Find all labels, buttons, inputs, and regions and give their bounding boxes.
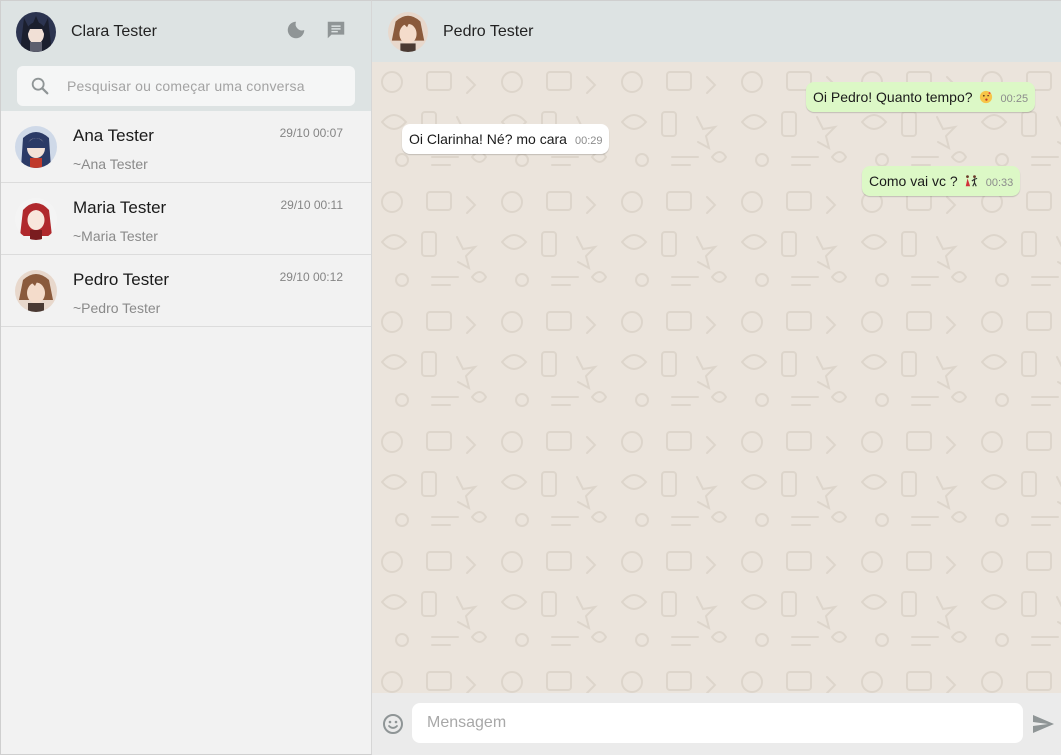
message-time: 00:29 xyxy=(574,135,603,147)
chat-time: 29/10 00:12 xyxy=(279,270,343,284)
chat-subtitle: ~Ana Tester xyxy=(73,156,148,172)
message-bubble-outgoing[interactable]: Como vai vc ? 00:33 xyxy=(862,166,1021,196)
dancers-emoji xyxy=(965,175,978,187)
conversation-header[interactable]: Pedro Tester xyxy=(372,0,1061,62)
search-bar xyxy=(1,63,371,111)
chat-wallpaper xyxy=(372,62,1061,693)
chat-subtitle: ~Maria Tester xyxy=(73,228,158,244)
message-text: Como vai vc ? xyxy=(869,173,958,189)
ana-avatar xyxy=(15,126,57,168)
chat-sidebar: Clara Tester Pesquisar ou começar uma co… xyxy=(0,0,372,755)
chat-time: 29/10 00:07 xyxy=(279,126,343,140)
new-chat-icon[interactable] xyxy=(325,19,347,41)
message-composer xyxy=(372,693,1061,755)
my-avatar[interactable] xyxy=(16,12,56,52)
message-bubble-incoming[interactable]: Oi Clarinha! Né? mo cara 00:29 xyxy=(402,124,610,154)
search-box[interactable] xyxy=(17,66,355,106)
chat-time: 29/10 00:11 xyxy=(280,198,343,212)
search-input[interactable] xyxy=(67,78,337,94)
maria-avatar xyxy=(15,198,57,240)
pedro-avatar xyxy=(15,270,57,312)
message-time: 00:25 xyxy=(1000,93,1029,105)
chat-item-maria[interactable]: Maria Tester ~Maria Tester 29/10 00:11 xyxy=(1,183,371,255)
contact-avatar[interactable] xyxy=(388,11,428,52)
chat-item-ana[interactable]: Ana Tester ~Ana Tester 29/10 00:07 xyxy=(1,111,371,183)
kiss-emoji xyxy=(979,90,992,104)
profile-header: Clara Tester xyxy=(1,1,371,63)
chat-item-pedro[interactable]: Pedro Tester ~Pedro Tester 29/10 00:12 xyxy=(1,255,371,327)
message-bubble-outgoing[interactable]: Oi Pedro! Quanto tempo? 00:25 xyxy=(806,82,1036,112)
send-icon[interactable] xyxy=(1031,712,1055,736)
search-icon xyxy=(31,77,49,95)
message-input[interactable] xyxy=(412,703,1023,743)
message-time: 00:33 xyxy=(985,177,1014,189)
moon-icon[interactable] xyxy=(285,19,307,41)
message-text: Oi Pedro! Quanto tempo? xyxy=(813,89,973,105)
message-text: Oi Clarinha! Né? mo cara xyxy=(409,131,567,147)
chat-list: Ana Tester ~Ana Tester 29/10 00:07 Maria… xyxy=(1,111,371,327)
conversation-pane: Pedro Tester Oi Pedro! Quanto tempo? 00:… xyxy=(372,0,1061,755)
my-name: Clara Tester xyxy=(71,23,157,40)
contact-name: Pedro Tester xyxy=(443,22,534,40)
message-area: Oi Pedro! Quanto tempo? 00:25 Oi Clarinh… xyxy=(372,62,1061,693)
chat-subtitle: ~Pedro Tester xyxy=(73,300,161,316)
smiley-icon[interactable] xyxy=(381,712,405,736)
